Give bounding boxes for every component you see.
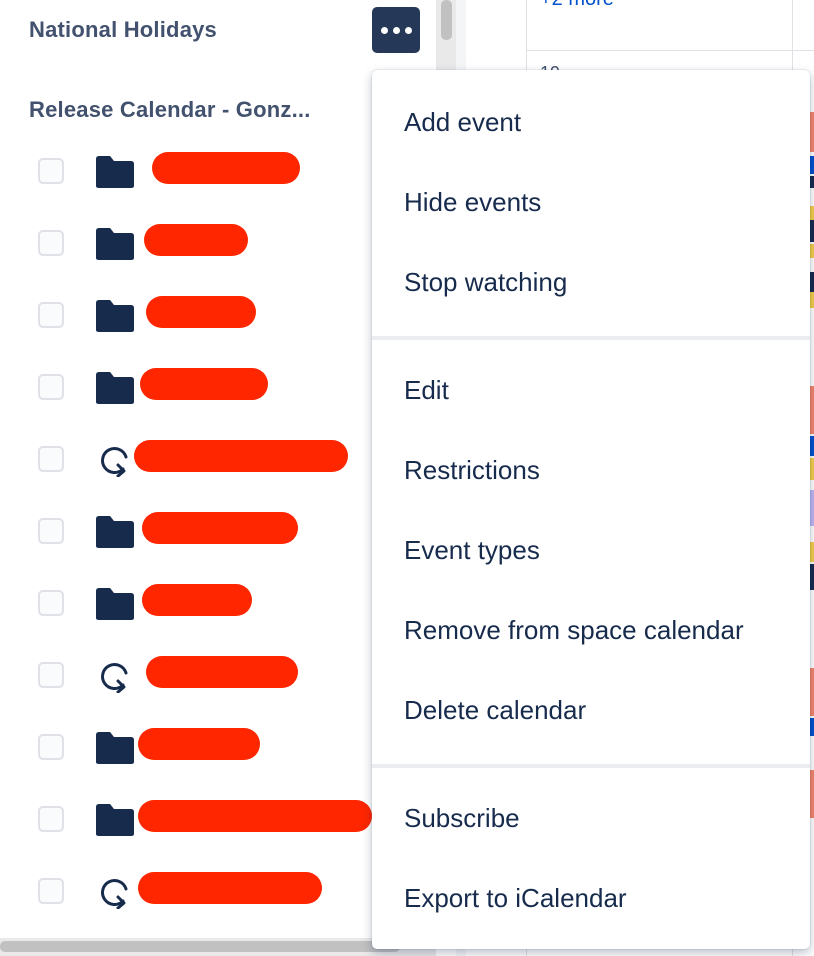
redaction-mark <box>138 728 260 760</box>
event-strip[interactable] <box>810 458 814 480</box>
redaction-mark <box>138 800 372 832</box>
folder-icon <box>96 803 134 837</box>
more-events-link[interactable]: +2 more <box>540 0 614 11</box>
event-strip[interactable] <box>810 564 814 590</box>
folder-icon <box>96 299 134 333</box>
calendar-checkbox[interactable] <box>38 374 64 400</box>
redaction-mark <box>138 872 322 904</box>
calendar-checkbox[interactable] <box>38 446 64 472</box>
folder-icon <box>96 731 134 765</box>
event-strip[interactable] <box>810 156 814 174</box>
menu-item-delete-calendar[interactable]: Delete calendar <box>372 670 810 750</box>
menu-item-subscribe[interactable]: Subscribe <box>372 778 810 858</box>
event-strip[interactable] <box>810 718 814 736</box>
event-strip[interactable] <box>810 386 814 434</box>
redaction-mark <box>134 440 348 472</box>
menu-item-stop-watching[interactable]: Stop watching <box>372 242 810 322</box>
calendar-checkbox[interactable] <box>38 158 64 184</box>
menu-item-add-event[interactable]: Add event <box>372 82 810 162</box>
menu-item-event-types[interactable]: Event types <box>372 510 810 590</box>
event-strip[interactable] <box>810 292 814 308</box>
event-strip[interactable] <box>810 490 814 526</box>
sidebar-scrollbar-thumb[interactable] <box>441 0 452 40</box>
refresh-icon <box>96 659 134 694</box>
calendar-checkbox[interactable] <box>38 230 64 256</box>
redaction-mark <box>144 224 248 256</box>
event-strip[interactable] <box>810 176 814 188</box>
menu-separator <box>372 764 810 768</box>
national-holidays-title[interactable]: National Holidays <box>29 17 217 43</box>
calendar-item[interactable]: Sprint <box>0 435 430 485</box>
menu-item-remove-from-space-calendar[interactable]: Remove from space calendar <box>372 590 810 670</box>
calendar-options-menu: Add event Hide events Stop watching Edit Res… <box>372 70 810 949</box>
calendar-item[interactable] <box>0 507 430 557</box>
calendar-item[interactable]: B <box>0 219 430 269</box>
event-strip[interactable] <box>810 220 814 242</box>
calendar-checkbox[interactable] <box>38 878 64 904</box>
folder-icon <box>96 587 134 621</box>
event-strip[interactable] <box>810 770 814 818</box>
calendar-checkbox[interactable] <box>38 734 64 760</box>
menu-item-hide-events[interactable]: Hide events <box>372 162 810 242</box>
refresh-icon <box>96 443 134 478</box>
folder-icon <box>96 515 134 549</box>
calendar-item[interactable] <box>0 579 430 629</box>
event-strip[interactable] <box>810 244 814 258</box>
redaction-mark <box>152 152 300 184</box>
menu-item-restrictions[interactable]: Restrictions <box>372 430 810 510</box>
redaction-mark <box>146 656 298 688</box>
calendar-item[interactable] <box>0 363 430 413</box>
folder-icon <box>96 227 134 261</box>
grid-row-line <box>526 50 814 51</box>
more-dot <box>392 26 400 34</box>
more-dot <box>380 26 388 34</box>
event-strip[interactable] <box>810 436 814 456</box>
menu-separator <box>372 336 810 340</box>
calendar-checkbox[interactable] <box>38 302 64 328</box>
event-strip[interactable] <box>810 668 814 716</box>
event-strip[interactable] <box>810 206 814 220</box>
menu-item-edit[interactable]: Edit <box>372 350 810 430</box>
sidebar-horizontal-thumb[interactable] <box>0 941 400 952</box>
calendar-checkbox[interactable] <box>38 590 64 616</box>
folder-icon <box>96 371 134 405</box>
more-actions-button[interactable] <box>372 7 420 53</box>
menu-item-export-to-icalendar[interactable]: Export to iCalendar <box>372 858 810 938</box>
more-dot <box>404 26 412 34</box>
calendar-checkbox[interactable] <box>38 518 64 544</box>
event-strip[interactable] <box>810 112 814 152</box>
refresh-icon <box>96 875 134 910</box>
calendar-item[interactable]: pad <box>0 651 430 701</box>
release-calendar-title[interactable]: Release Calendar - Gonz... <box>29 97 311 123</box>
event-strip[interactable] <box>810 272 814 294</box>
event-strip[interactable] <box>810 542 814 562</box>
calendar-item[interactable] <box>0 723 430 773</box>
redaction-mark <box>140 368 268 400</box>
redaction-mark <box>146 296 256 328</box>
redaction-mark <box>142 584 252 616</box>
calendar-item[interactable] <box>0 795 430 845</box>
calendar-checkbox[interactable] <box>38 806 64 832</box>
folder-icon <box>96 155 134 189</box>
calendar-sidebar: National Holidays Release Calendar - Gon… <box>0 0 436 940</box>
redaction-mark <box>142 512 298 544</box>
calendar-item[interactable] <box>0 291 430 341</box>
calendar-item[interactable] <box>0 147 430 197</box>
calendar-checkbox[interactable] <box>38 662 64 688</box>
calendar-item[interactable] <box>0 867 430 917</box>
